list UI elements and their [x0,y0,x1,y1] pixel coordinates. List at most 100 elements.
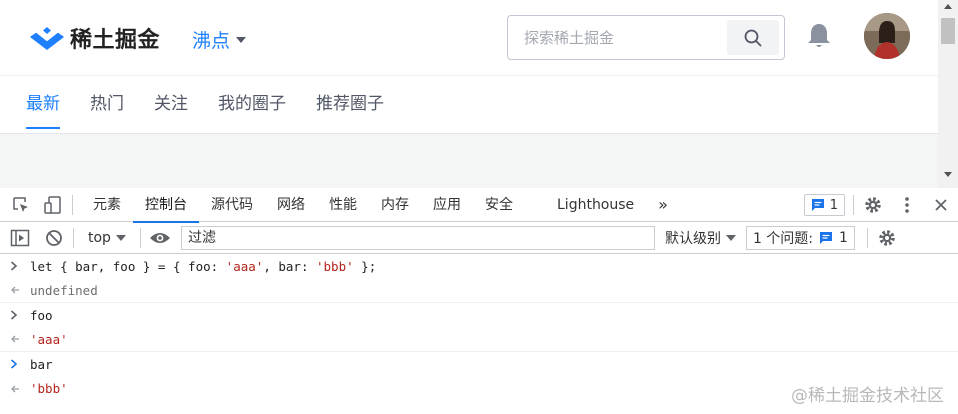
devtools-tab[interactable]: 安全 [473,188,525,222]
more-tabs-button[interactable]: » [646,188,680,222]
context-value: top [88,229,111,246]
inspect-cursor-icon [13,196,28,212]
console-input-line: let { bar, foo } = { foo: 'aaa', bar: 'b… [0,254,958,279]
log-levels-select[interactable]: 默认级别 [665,228,736,248]
code-token: }; [353,258,377,274]
filter-input[interactable] [181,226,654,249]
nav-label: 沸点 [192,30,231,52]
console-result-text: 'bbb' [30,381,68,397]
output-result-icon [11,335,19,343]
feed-tab[interactable]: 推荐圈子 [316,76,384,133]
search-icon [744,29,762,46]
toolbar-divider [853,195,854,215]
user-avatar[interactable] [864,13,910,59]
devtools-tab[interactable]: 网络 [265,188,317,222]
output-marker [10,328,20,352]
sidebar-toggle-button[interactable] [9,227,31,249]
issues-badge[interactable]: 1 [803,194,845,216]
site-logo[interactable]: 稀土掘金 [30,22,160,54]
search-box [507,15,785,60]
console-output[interactable]: let { bar, foo } = { foo: 'aaa', bar: 'b… [0,254,958,401]
caret-down-icon [725,234,736,241]
close-icon [935,199,947,211]
input-prompt [10,254,18,279]
eye-icon [149,232,170,243]
issues-label: 1 个问题: [752,230,814,247]
feed-tab[interactable]: 热门 [90,76,124,133]
devtools-tab-list: 元素 控制台 源代码 网络 性能 内存 应用 安全 Lighthouse [81,188,646,223]
issues-counter-button[interactable]: 1 个问题: 1 [745,225,855,250]
message-icon [811,199,824,211]
show-sidebar-icon [10,229,30,246]
devtools-panel: 元素控制台源代码网络性能内存应用安全 Lighthouse » 1 [0,188,958,414]
scroll-down-arrow[interactable] [944,172,952,177]
watermark: @稀土掘金技术社区 [791,386,944,406]
console-filter [180,225,655,250]
toolbar-divider [866,227,868,248]
devtools-tab[interactable]: 内存 [369,188,421,222]
nav-dropdown-pins[interactable]: 沸点 [192,26,247,53]
levels-label: 默认级别 [664,230,721,247]
output-marker [10,377,20,402]
output-result-icon [11,385,19,393]
devtools-tab[interactable]: 性能 [317,188,369,222]
toolbar-divider [139,227,141,248]
gear-icon [865,197,881,213]
page-scrollbar[interactable] [938,0,958,188]
issues-count: 1 [839,229,848,246]
more-options-button[interactable] [896,194,918,216]
bell-icon [808,24,830,47]
scroll-up-arrow[interactable] [944,4,952,9]
devtools-tab[interactable]: 应用 [421,188,473,222]
console-input-text: bar [30,356,53,372]
search-button[interactable] [727,20,779,55]
input-prompt [10,303,18,328]
devtools-tab[interactable]: 元素 [81,188,133,222]
console-settings-button[interactable] [876,227,898,249]
scroll-thumb[interactable] [941,18,955,44]
caret-down-icon [115,234,126,241]
context-select[interactable]: top [82,230,132,246]
console-output-line: 'aaa' [0,328,958,352]
feed-tab[interactable]: 最新 [26,76,60,133]
close-devtools-button[interactable] [930,194,952,216]
devtools-tab[interactable]: 源代码 [199,188,265,222]
string-token: 'bbb' [316,258,354,274]
toolbar-divider [73,227,74,248]
message-icon [820,231,833,244]
device-toggle-icon [44,195,61,214]
feed-tab[interactable]: 关注 [154,76,188,133]
string-token: 'aaa' [225,258,264,274]
input-prompt [10,352,18,377]
web-page: 稀土掘金 沸点 探索稀土掘金 最新 热门 关注 我的圈子 推荐圈子 [0,0,958,188]
inspect-element-button[interactable] [10,194,32,216]
device-toolbar-button[interactable] [42,194,64,216]
code-token: let { bar, foo } = { foo: [30,258,226,274]
console-output-line: undefined [0,279,958,303]
clear-console-button[interactable] [43,227,65,249]
feed-tab[interactable]: 我的圈子 [218,76,286,133]
notification-button[interactable] [806,22,832,54]
devtools-tab[interactable]: 控制台 [133,188,199,223]
devtools-tabbar-right: 1 [803,188,958,222]
console-result-text: 'aaa' [30,331,68,347]
console-result-text: undefined [30,282,98,298]
search-input[interactable] [508,16,726,59]
site-header: 稀土掘金 沸点 [0,0,938,76]
input-prompt-icon [10,310,18,320]
feed-tabs: 最新 热门 关注 我的圈子 推荐圈子 [0,76,938,134]
console-input-line: bar [0,352,958,377]
devtools-tab[interactable]: Lighthouse [545,188,646,222]
issues-badge-count: 1 [829,197,838,213]
code-token: , bar: [263,258,316,274]
kebab-menu-icon [905,197,909,213]
devtools-tabbar: 元素 控制台 源代码 网络 性能 内存 应用 安全 Lighthouse » 1 [0,188,958,223]
live-expression-button[interactable] [149,227,171,249]
logo-text: 稀土掘金 [70,28,161,53]
avatar-image-icon [864,13,910,59]
gear-icon [879,229,895,246]
console-toolbar: top 默认级别 1 个问题: 1 [0,222,958,254]
output-result-icon [11,286,19,294]
clear-circle-icon [46,229,62,246]
settings-button[interactable] [862,194,884,216]
